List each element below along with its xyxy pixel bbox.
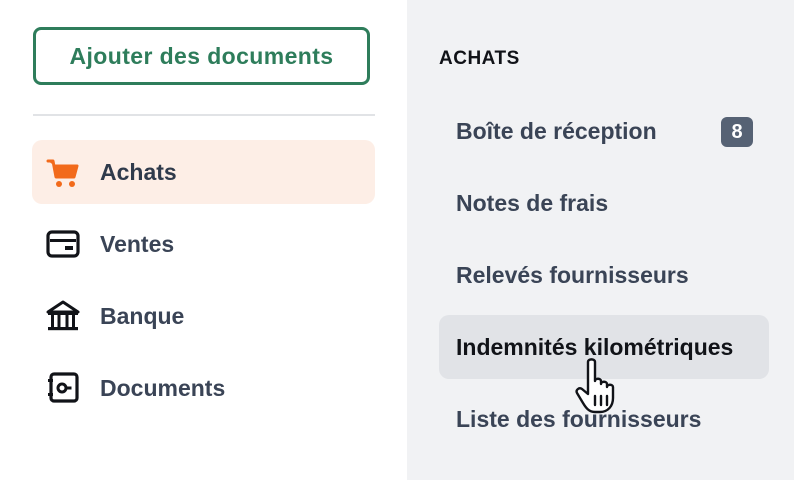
submenu-item-expense-notes[interactable]: Notes de frais <box>439 171 769 235</box>
submenu-item-label: Liste des fournisseurs <box>456 405 702 432</box>
sidebar-divider <box>33 114 375 116</box>
sidebar-item-achats[interactable]: Achats <box>32 140 375 204</box>
sidebar-item-label: Achats <box>100 158 177 185</box>
submenu-item-label: Boîte de réception <box>456 117 657 144</box>
sidebar-item-label: Documents <box>100 374 226 401</box>
submenu-item-mileage-allowances[interactable]: Indemnités kilométriques <box>439 315 769 379</box>
sidebar-item-banque[interactable]: Banque <box>32 284 375 348</box>
sidebar-item-label: Ventes <box>100 230 175 257</box>
add-documents-button[interactable]: Ajouter des documents <box>33 27 370 85</box>
bank-icon <box>46 299 80 333</box>
submenu-item-label: Relevés fournisseurs <box>456 261 689 288</box>
safe-icon <box>46 371 80 405</box>
submenu-item-inbox[interactable]: Boîte de réception 8 <box>439 99 769 163</box>
sidebar-item-documents[interactable]: Documents <box>32 356 375 420</box>
submenu-item-label: Notes de frais <box>456 189 609 216</box>
wallet-icon <box>46 227 80 261</box>
submenu-item-supplier-list[interactable]: Liste des fournisseurs <box>439 387 769 451</box>
submenu-title: ACHATS <box>439 48 520 69</box>
sidebar-item-label: Banque <box>100 302 185 329</box>
inbox-count-badge: 8 <box>721 117 753 147</box>
submenu-item-supplier-statements[interactable]: Relevés fournisseurs <box>439 243 769 307</box>
submenu-item-label: Indemnités kilométriques <box>456 333 734 360</box>
sidebar-item-ventes[interactable]: Ventes <box>32 212 375 276</box>
cart-icon <box>46 155 80 189</box>
main-sidebar: Ajouter des documents Achats Ventes Banq… <box>0 0 407 480</box>
